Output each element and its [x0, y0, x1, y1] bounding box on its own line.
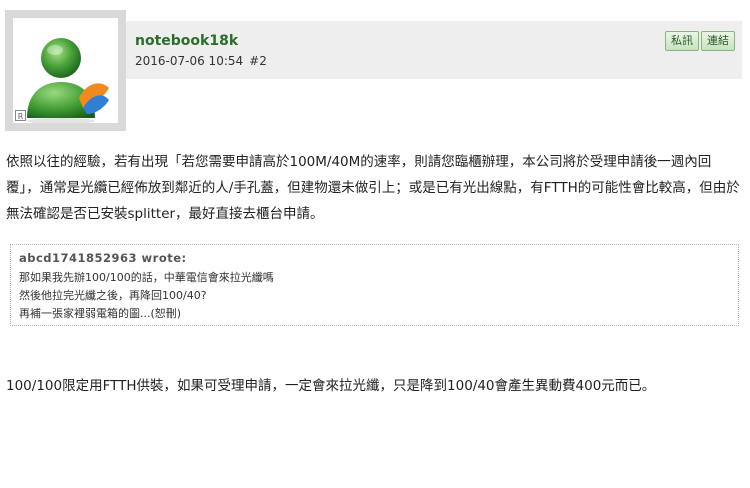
- quote-line: 那如果我先辦100/100的話，中華電信會來拉光纖嗎: [19, 271, 274, 284]
- avatar-badge-icon: R: [15, 110, 26, 121]
- quote-author: abcd1741852963 wrote:: [19, 251, 187, 265]
- post-date: 2016-07-06 10:54: [135, 54, 244, 68]
- private-message-button[interactable]: 私訊: [665, 31, 699, 51]
- quote-line: 然後他拉完光纖之後，再降回100/40?: [19, 289, 207, 302]
- post-meta: 2016-07-06 10:54 #2: [135, 54, 267, 68]
- username-link[interactable]: notebook18k: [135, 33, 238, 49]
- quote-line: 再補一張家裡弱電箱的圖...(恕刪): [19, 307, 182, 320]
- avatar-image: R: [13, 18, 118, 123]
- post-paragraph-2: 100/100限定用FTTH供裝，如果可受理申請，一定會來拉光纖，只是降到100…: [6, 378, 656, 394]
- avatar[interactable]: R: [5, 10, 126, 131]
- msn-person-icon: [27, 38, 109, 123]
- permalink-button[interactable]: 連結: [701, 31, 735, 51]
- post-header: notebook18k 2016-07-06 10:54 #2 私訊 連結: [126, 21, 742, 79]
- post-number-link[interactable]: #2: [249, 54, 267, 68]
- quote-block: abcd1741852963 wrote: 那如果我先辦100/100的話，中華…: [10, 244, 739, 326]
- post-paragraph-1: 依照以往的經驗，若有出現「若您需要申請高於100M/40M的速率，則請您臨櫃辦理…: [6, 154, 740, 222]
